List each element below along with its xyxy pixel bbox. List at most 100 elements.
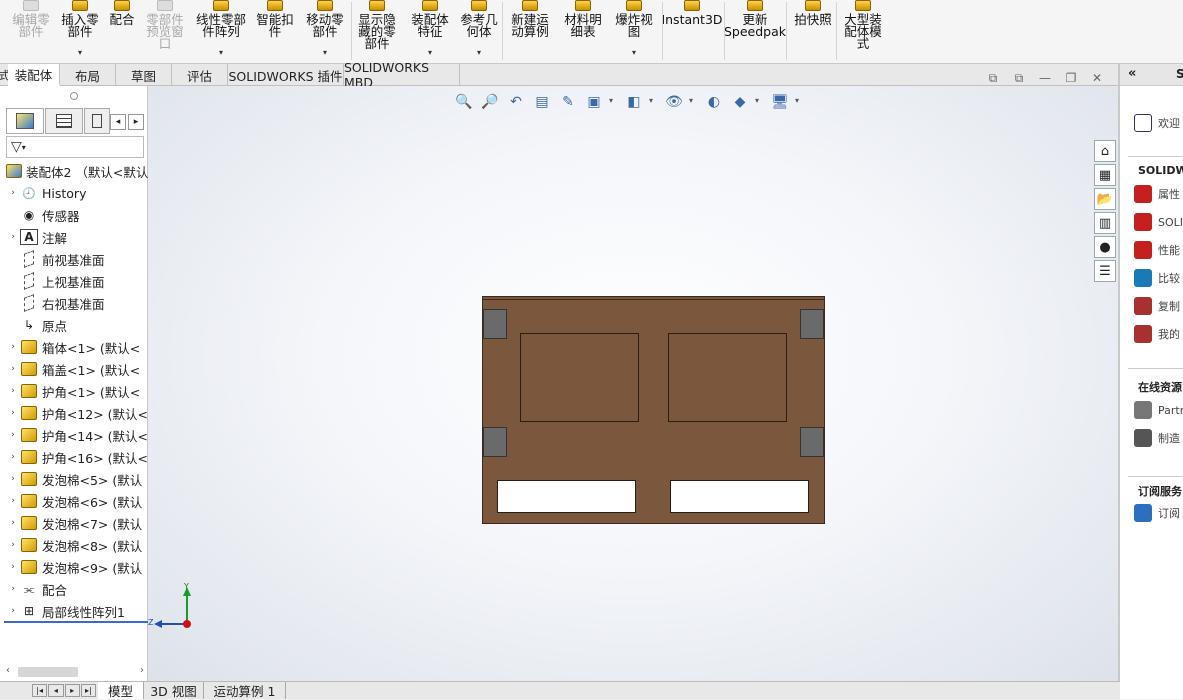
- tree-item[interactable]: › ⊞ 局部线性阵列1: [0, 600, 148, 622]
- chevron-down-icon[interactable]: ▾: [323, 47, 327, 62]
- task-pane-link[interactable]: 复制: [1134, 296, 1180, 316]
- bottom-tab-1[interactable]: 3D 视图: [144, 682, 204, 699]
- design-library-icon[interactable]: ▦: [1094, 164, 1116, 186]
- expand-icon[interactable]: ›: [6, 386, 20, 396]
- ribbon-button-2[interactable]: 配合: [104, 0, 140, 62]
- expand-icon[interactable]: ›: [6, 188, 20, 198]
- chevron-down-icon[interactable]: ▾: [609, 96, 613, 105]
- tile-right-icon[interactable]: ⧉: [1011, 71, 1027, 85]
- expand-icon[interactable]: ›: [6, 474, 20, 484]
- ribbon-button-8[interactable]: 装配体 特征 ▾: [404, 0, 456, 62]
- expand-icon[interactable]: ›: [6, 540, 20, 550]
- custom-properties-icon[interactable]: ☰: [1094, 260, 1116, 282]
- tree-item[interactable]: › A 注解: [0, 226, 148, 248]
- file-explorer-icon[interactable]: 📂: [1094, 188, 1116, 210]
- tree-item[interactable]: › 箱体<1> (默认<: [0, 336, 148, 358]
- home-icon[interactable]: ⌂: [1094, 140, 1116, 162]
- chevron-down-icon[interactable]: ▾: [219, 47, 223, 62]
- zoom-to-area-icon[interactable]: 🔎: [479, 92, 501, 112]
- tree-item[interactable]: › 发泡棉<8> (默认: [0, 534, 148, 556]
- bottom-tab-0[interactable]: 模型: [98, 682, 144, 699]
- tab-property-manager[interactable]: [45, 108, 83, 134]
- tree-item[interactable]: 右视基准面: [0, 292, 148, 314]
- tree-item[interactable]: › 护角<14> (默认<: [0, 424, 148, 446]
- bottom-tab-2[interactable]: 运动算例 1: [204, 682, 286, 699]
- chevron-down-icon[interactable]: ▾: [689, 96, 693, 105]
- tree-item[interactable]: › 护角<12> (默认<: [0, 402, 148, 424]
- tree-item[interactable]: › 发泡棉<9> (默认: [0, 556, 148, 578]
- task-pane-link[interactable]: SOLI: [1134, 212, 1183, 232]
- ribbon-button-1[interactable]: 插入零 部件 ▾: [56, 0, 104, 62]
- hide-show-items-icon[interactable]: 👁: [663, 92, 685, 112]
- view-orientation-icon[interactable]: ▣: [583, 92, 605, 112]
- ribbon-button-4[interactable]: 线性零部 件阵列 ▾: [190, 0, 252, 62]
- ribbon-button-0[interactable]: 编辑零 部件: [8, 0, 54, 62]
- expand-icon[interactable]: ›: [6, 518, 20, 528]
- ribbon-button-12[interactable]: 爆炸视 图 ▾: [610, 0, 658, 62]
- expand-icon[interactable]: ›: [6, 606, 20, 616]
- graphics-area[interactable]: Y Z: [148, 86, 1118, 681]
- ribbon-button-6[interactable]: 移动零 部件 ▾: [300, 0, 350, 62]
- edit-appearance-icon[interactable]: ◐: [703, 92, 725, 112]
- tree-item[interactable]: ◉ 传感器: [0, 204, 148, 226]
- collapse-icon[interactable]: «: [1128, 66, 1136, 81]
- chevron-down-icon[interactable]: ▾: [649, 96, 653, 105]
- tab-configuration-manager[interactable]: [84, 108, 110, 134]
- tree-item[interactable]: ↳ 原点: [0, 314, 148, 336]
- tab-5[interactable]: SOLIDWORKS MBD: [344, 60, 460, 90]
- tree-item[interactable]: › 发泡棉<6> (默认: [0, 490, 148, 512]
- tab-2[interactable]: 草图: [116, 64, 172, 86]
- ribbon-button-14[interactable]: 更新 Speedpak: [724, 0, 786, 62]
- previous-view-icon[interactable]: ↶: [505, 92, 527, 112]
- ribbon-button-9[interactable]: 参考几 何体 ▾: [456, 0, 502, 62]
- tree-item[interactable]: › 箱盖<1> (默认<: [0, 358, 148, 380]
- ribbon-button-5[interactable]: 智能扣 件: [252, 0, 298, 62]
- view-palette-icon[interactable]: ▥: [1094, 212, 1116, 234]
- chevron-down-icon[interactable]: ▾: [78, 47, 82, 62]
- last-tab-icon[interactable]: ▸|: [80, 684, 96, 697]
- section-view-icon[interactable]: ▤: [531, 92, 553, 112]
- expand-icon[interactable]: ›: [6, 342, 20, 352]
- tab-4[interactable]: SOLIDWORKS 插件: [228, 64, 344, 86]
- tab-scroll-right-button[interactable]: ▸: [128, 114, 144, 130]
- minimize-icon[interactable]: —: [1037, 71, 1053, 85]
- scroll-left-icon[interactable]: ‹: [6, 665, 10, 676]
- tree-item[interactable]: › 护角<1> (默认<: [0, 380, 148, 402]
- next-tab-icon[interactable]: ▸: [64, 684, 80, 697]
- ribbon-button-10[interactable]: 新建运 动算例: [506, 0, 554, 62]
- dynamic-annotation-icon[interactable]: ✎: [557, 92, 579, 112]
- tab-nav-buttons[interactable]: |◂ ◂ ▸ ▸|: [32, 684, 96, 697]
- ribbon-button-16[interactable]: 大型装 配体模 式: [838, 0, 888, 62]
- expand-icon[interactable]: ›: [6, 430, 20, 440]
- task-pane-link[interactable]: 我的: [1134, 324, 1180, 344]
- prev-tab-icon[interactable]: ◂: [48, 684, 64, 697]
- task-pane-link[interactable]: 性能: [1134, 240, 1180, 260]
- apply-scene-icon[interactable]: ◆: [729, 92, 751, 112]
- welcome-row[interactable]: 欢迎: [1134, 113, 1180, 133]
- chevron-down-icon[interactable]: ▾: [477, 47, 481, 62]
- rollback-bar[interactable]: [4, 621, 148, 623]
- expand-icon[interactable]: ›: [6, 496, 20, 506]
- ribbon-button-15[interactable]: 拍快照: [790, 0, 836, 62]
- scroll-right-icon[interactable]: ›: [140, 665, 144, 676]
- view-settings-icon[interactable]: 🖥: [769, 92, 791, 112]
- ribbon-button-11[interactable]: 材料明 细表: [558, 0, 608, 62]
- expand-icon[interactable]: ›: [6, 562, 20, 572]
- scroll-thumb[interactable]: [18, 667, 78, 677]
- chevron-down-icon[interactable]: ▾: [755, 96, 759, 105]
- tab-feature-manager[interactable]: [6, 108, 44, 134]
- tree-item[interactable]: › 发泡棉<7> (默认: [0, 512, 148, 534]
- tree-item[interactable]: › ⫘ 配合: [0, 578, 148, 600]
- chevron-down-icon[interactable]: ▾: [632, 47, 636, 62]
- task-pane-link[interactable]: 制造: [1134, 428, 1180, 448]
- expand-icon[interactable]: ›: [6, 232, 20, 242]
- expand-icon[interactable]: ›: [6, 452, 20, 462]
- task-pane-link[interactable]: Partr: [1134, 400, 1183, 420]
- tree-item[interactable]: 上视基准面: [0, 270, 148, 292]
- task-pane-link[interactable]: 订阅: [1134, 503, 1180, 523]
- horizontal-scrollbar[interactable]: ‹ ›: [4, 665, 146, 679]
- close-icon[interactable]: ✕: [1089, 71, 1105, 85]
- box-model-front-view[interactable]: [482, 296, 825, 524]
- expand-icon[interactable]: ›: [6, 408, 20, 418]
- expand-icon[interactable]: ›: [6, 584, 20, 594]
